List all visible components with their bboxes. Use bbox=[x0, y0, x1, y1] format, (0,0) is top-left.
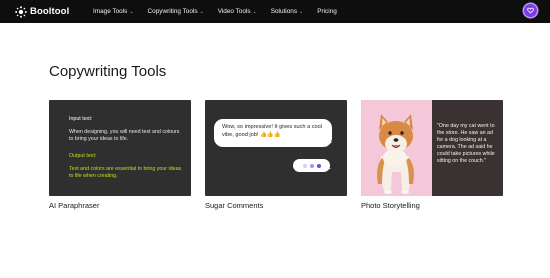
user-heart-avatar-icon bbox=[527, 7, 534, 14]
chevron-down-icon: ⌄ bbox=[199, 8, 204, 15]
brand-logo[interactable]: Booltool bbox=[15, 5, 85, 18]
input-text-content: When designing, you will need text and c… bbox=[69, 129, 180, 143]
shiba-dog-photo bbox=[361, 100, 432, 196]
brand-name: Booltool bbox=[30, 6, 70, 17]
main-menu: Image Tools ⌄ Copywriting Tools ⌄ Video … bbox=[93, 8, 351, 15]
comment-bubble: Wow, so impressive! It gives such a cool… bbox=[214, 119, 332, 147]
typing-dot-icon bbox=[316, 163, 321, 168]
photo-story-text: "One day my cat went to the store. He sa… bbox=[437, 123, 495, 165]
photo-storytelling-title[interactable]: Photo Storytelling bbox=[361, 201, 420, 210]
nav-copywriting-tools[interactable]: Copywriting Tools ⌄ bbox=[148, 8, 204, 15]
nav-video-tools[interactable]: Video Tools ⌄ bbox=[218, 8, 257, 15]
ai-paraphraser-title[interactable]: AI Paraphraser bbox=[49, 201, 99, 210]
input-text-label: Input text: bbox=[69, 116, 93, 122]
output-text-label: Output text: bbox=[69, 153, 97, 159]
page-title: Copywriting Tools bbox=[49, 63, 167, 80]
typing-bubble-tail bbox=[325, 168, 331, 172]
chevron-down-icon: ⌄ bbox=[299, 8, 304, 15]
nav-pricing[interactable]: Pricing bbox=[317, 8, 337, 15]
sugar-comments-title[interactable]: Sugar Comments bbox=[205, 201, 263, 210]
nav-pricing-label: Pricing bbox=[317, 8, 337, 15]
nav-solutions-label: Solutions bbox=[270, 8, 298, 15]
shiba-dog-illustration bbox=[377, 114, 414, 194]
typing-dot-icon bbox=[309, 163, 314, 168]
top-navbar: Booltool Image Tools ⌄ Copywriting Tools… bbox=[0, 0, 550, 23]
chevron-down-icon: ⌄ bbox=[129, 8, 134, 15]
nav-video-tools-label: Video Tools bbox=[217, 8, 251, 15]
nav-solutions[interactable]: Solutions ⌄ bbox=[271, 8, 304, 15]
output-text-content: Text and colors are essential to bring y… bbox=[69, 166, 182, 180]
ai-paraphraser-card[interactable]: Input text: When designing, you will nee… bbox=[49, 100, 191, 196]
booltool-logo-icon bbox=[15, 5, 27, 18]
photo-storytelling-card[interactable]: "One day my cat went to the store. He sa… bbox=[361, 100, 503, 196]
nav-image-tools[interactable]: Image Tools ⌄ bbox=[93, 8, 134, 15]
typing-dot-icon bbox=[302, 163, 307, 168]
sugar-comments-card[interactable]: Wow, so impressive! It gives such a cool… bbox=[205, 100, 347, 196]
nav-copywriting-tools-label: Copywriting Tools bbox=[147, 8, 198, 15]
chevron-down-icon: ⌄ bbox=[252, 8, 257, 15]
nav-image-tools-label: Image Tools bbox=[93, 8, 128, 15]
comment-bubble-tail bbox=[326, 142, 332, 147]
user-avatar[interactable] bbox=[524, 4, 537, 17]
